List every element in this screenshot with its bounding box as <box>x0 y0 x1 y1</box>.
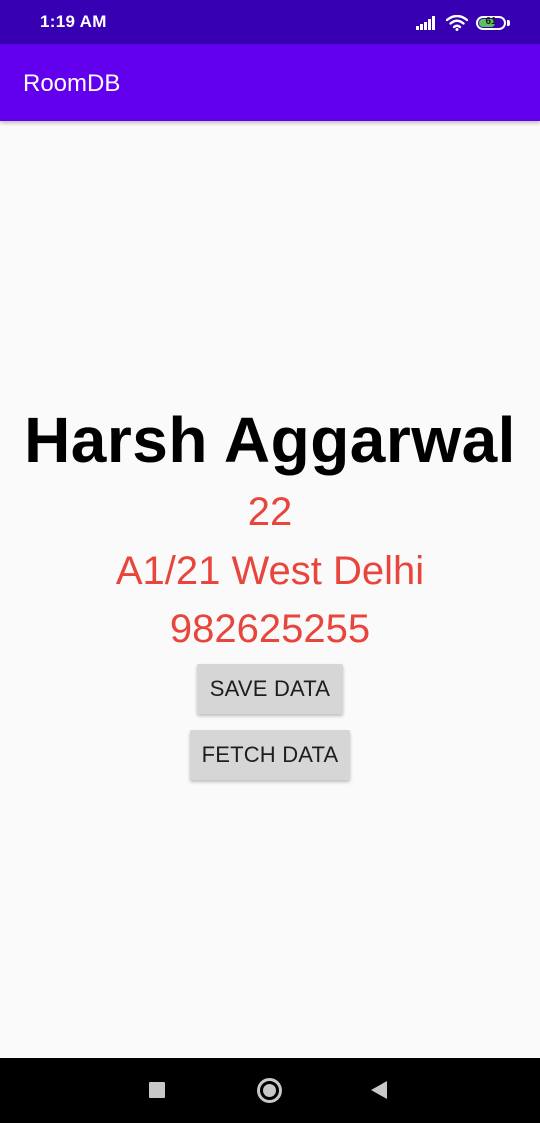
profile-name: Harsh Aggarwal <box>24 404 516 476</box>
app-bar: RoomDB <box>0 44 540 121</box>
battery-tip <box>507 20 510 26</box>
navigation-bar <box>0 1058 540 1123</box>
status-time: 1:19 AM <box>40 12 107 31</box>
profile-phone: 982625255 <box>169 607 371 651</box>
main-content: Harsh Aggarwal 22 A1/21 West Delhi 98262… <box>0 121 540 1058</box>
save-data-button[interactable]: SAVE DATA <box>197 664 343 714</box>
home-icon-dot <box>263 1084 276 1097</box>
profile-address: A1/21 West Delhi <box>115 549 425 593</box>
recents-icon[interactable] <box>149 1082 165 1098</box>
signal-icon <box>416 16 435 30</box>
fetch-data-button[interactable]: FETCH DATA <box>190 730 350 780</box>
wifi-icon <box>446 15 468 31</box>
status-bar: 1:19 AM 61 <box>0 0 540 44</box>
battery-icon: 61 <box>476 16 506 30</box>
profile-age: 22 <box>247 490 293 534</box>
battery-level: 61 <box>485 16 497 27</box>
home-icon[interactable] <box>257 1078 282 1103</box>
app-title: RoomDB <box>23 70 121 97</box>
status-icons: 61 <box>416 12 510 34</box>
back-icon[interactable] <box>371 1081 387 1099</box>
